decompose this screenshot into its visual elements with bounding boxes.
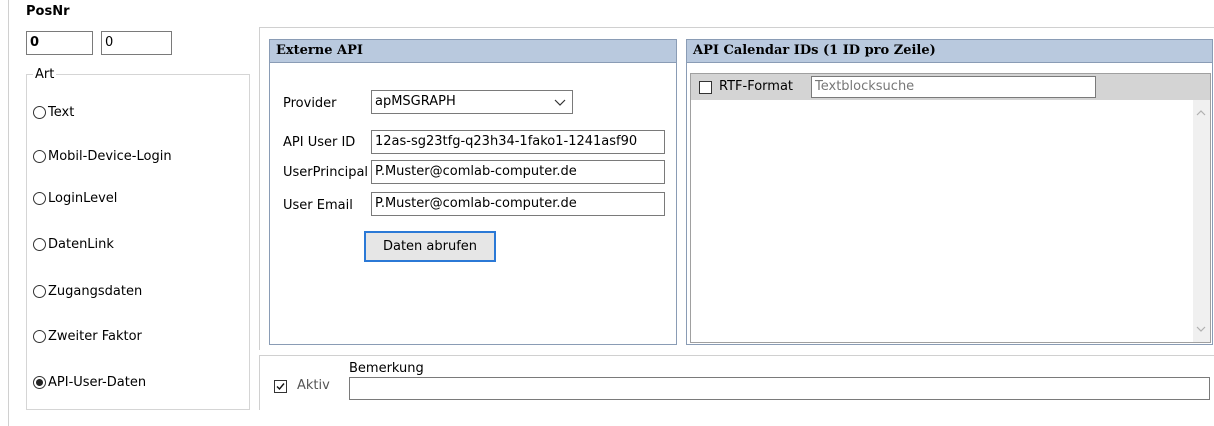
calendar-title: API Calendar IDs (1 ID pro Zeile): [687, 40, 1212, 63]
radio-datenlink[interactable]: DatenLink: [33, 234, 114, 254]
aktiv-label: Aktiv: [297, 378, 330, 393]
radio-label: API-User-Daten: [48, 374, 147, 390]
daten-abrufen-button[interactable]: Daten abrufen: [364, 231, 496, 262]
user-principal-label: UserPrincipal: [283, 165, 369, 180]
calendar-panel: API Calendar IDs (1 ID pro Zeile) RTF-Fo…: [686, 39, 1213, 345]
radio-label: Mobil-Device-Login: [48, 148, 172, 164]
textblock-search-input[interactable]: Textblocksuche: [811, 76, 1096, 98]
posnr-input[interactable]: 0: [26, 31, 93, 55]
radio-circle-icon[interactable]: [33, 191, 46, 205]
radio-mobil-device-login[interactable]: Mobil-Device-Login: [33, 146, 172, 166]
left-edge-divider: [8, 0, 9, 426]
footer-panel: Aktiv Bemerkung: [259, 355, 1214, 410]
api-user-id-input[interactable]: 12as-sg23tfg-q23h34-1fako1-1241asf90: [371, 130, 665, 154]
user-email-label: User Email: [283, 198, 353, 213]
posnr-secondary-input[interactable]: 0: [101, 31, 172, 55]
rtf-label: RTF-Format: [719, 79, 794, 94]
radio-selected-icon[interactable]: [33, 375, 46, 389]
provider-value: apMSGRAPH: [375, 94, 456, 109]
radio-circle-icon[interactable]: [33, 329, 46, 343]
provider-label: Provider: [283, 96, 337, 111]
radio-label: Text: [48, 104, 75, 120]
radio-label: LoginLevel: [48, 190, 118, 206]
radio-label: DatenLink: [48, 236, 114, 252]
bemerkung-label: Bemerkung: [349, 361, 424, 376]
radio-label: Zugangsdaten: [48, 283, 143, 299]
aktiv-checkbox[interactable]: [274, 380, 287, 393]
radio-circle-icon[interactable]: [33, 237, 46, 251]
externe-api-panel: Externe API Provider apMSGRAPH API User …: [269, 39, 677, 345]
radio-circle-icon[interactable]: [33, 284, 46, 298]
bemerkung-input[interactable]: [349, 377, 1210, 400]
user-principal-input[interactable]: P.Muster@comlab-computer.de: [371, 160, 665, 184]
checkmark-icon: [276, 383, 285, 391]
rtf-checkbox[interactable]: [699, 81, 712, 94]
radio-text[interactable]: Text: [33, 102, 74, 122]
radio-circle-icon[interactable]: [33, 149, 46, 163]
radio-zweiter-faktor[interactable]: Zweiter Faktor: [33, 326, 142, 346]
editor-toolbar: RTF-Format Textblocksuche: [691, 74, 1210, 100]
calendar-ids-editor[interactable]: RTF-Format Textblocksuche: [690, 73, 1211, 343]
art-groupbox: Art Text Mobil-Device-Login LoginLevel D…: [26, 67, 250, 410]
api-user-id-label: API User ID: [283, 135, 356, 150]
radio-api-user-daten[interactable]: API-User-Daten: [33, 372, 146, 392]
radio-circle-icon[interactable]: [33, 105, 46, 119]
radio-zugangsdaten[interactable]: Zugangsdaten: [33, 281, 142, 301]
provider-select[interactable]: apMSGRAPH: [371, 90, 573, 114]
chevron-down-icon[interactable]: [554, 99, 566, 107]
user-email-input[interactable]: P.Muster@comlab-computer.de: [371, 192, 665, 216]
art-label: Art: [33, 67, 57, 82]
radio-label: Zweiter Faktor: [48, 328, 142, 344]
scroll-up-icon[interactable]: [1196, 110, 1206, 116]
posnr-label: PosNr: [26, 4, 70, 19]
vertical-scrollbar[interactable]: [1193, 100, 1210, 342]
externe-api-title: Externe API: [270, 40, 676, 63]
scroll-down-icon[interactable]: [1196, 326, 1206, 332]
radio-loginlevel[interactable]: LoginLevel: [33, 188, 117, 208]
